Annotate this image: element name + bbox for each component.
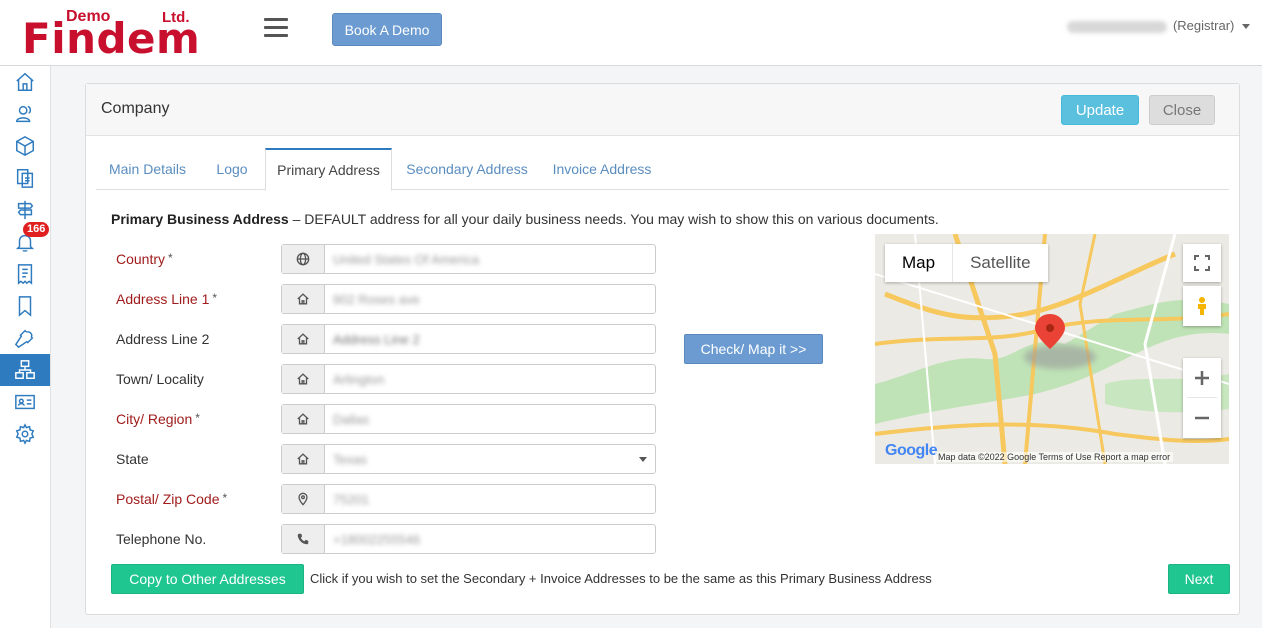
state-select[interactable] bbox=[325, 445, 655, 473]
sidebar-item-tools[interactable] bbox=[0, 322, 50, 354]
tab-secondary-address[interactable]: Secondary Address bbox=[399, 148, 535, 190]
address-line-1-field[interactable] bbox=[325, 285, 655, 313]
sidebar-item-company[interactable] bbox=[0, 354, 50, 386]
address-map[interactable]: Map Satellite Google Map data ©2022 Goog… bbox=[875, 234, 1229, 464]
address-line-2-label: Address Line 2 bbox=[116, 331, 210, 347]
user-name-redacted bbox=[1067, 20, 1168, 33]
telephone-input-group bbox=[281, 524, 656, 554]
home-icon bbox=[282, 325, 325, 353]
check-map-button[interactable]: Check/ Map it >> bbox=[684, 334, 823, 364]
tab-main-details[interactable]: Main Details bbox=[96, 148, 199, 190]
section-description: – DEFAULT address for all your daily bus… bbox=[288, 211, 939, 227]
user-role: (Registrar) bbox=[1172, 18, 1235, 33]
sidebar-item-settings[interactable] bbox=[0, 418, 50, 450]
map-tab-map[interactable]: Map bbox=[885, 244, 954, 282]
map-type-tabs: Map Satellite bbox=[885, 244, 1048, 282]
sidebar-item-products[interactable] bbox=[0, 130, 50, 162]
id-card-icon bbox=[15, 394, 35, 410]
country-label: Country * bbox=[116, 251, 173, 267]
logo[interactable]: Demo Ltd. Findem bbox=[22, 4, 208, 63]
gear-icon bbox=[15, 423, 35, 445]
home-icon bbox=[16, 72, 34, 91]
city-region-field[interactable] bbox=[325, 405, 655, 433]
copy-to-other-addresses-button[interactable]: Copy to Other Addresses bbox=[111, 564, 304, 594]
page-title: Company bbox=[101, 100, 170, 117]
chevron-down-icon[interactable] bbox=[639, 457, 647, 462]
google-logo: Google bbox=[885, 442, 938, 459]
zoom-control bbox=[1183, 358, 1221, 438]
zoom-in-icon[interactable] bbox=[1187, 358, 1217, 398]
home-icon bbox=[282, 445, 325, 473]
company-card: Company Update Close Main Details Logo P… bbox=[85, 83, 1240, 615]
required-star: * bbox=[168, 251, 173, 265]
telephone-field[interactable] bbox=[325, 525, 655, 553]
box-icon bbox=[16, 135, 34, 157]
sidebar-item-invoices[interactable] bbox=[0, 258, 50, 290]
map-pin-icon bbox=[282, 485, 325, 513]
postal-code-field[interactable] bbox=[325, 485, 655, 513]
state-select-group bbox=[281, 444, 656, 474]
next-button[interactable]: Next bbox=[1168, 564, 1230, 594]
map-attribution[interactable]: Map data ©2022 Google Terms of Use Repor… bbox=[935, 452, 1174, 462]
tab-invoice-address[interactable]: Invoice Address bbox=[544, 148, 660, 190]
sidebar: 166 bbox=[0, 66, 51, 628]
copy-help-text: Click if you wish to set the Secondary +… bbox=[310, 571, 932, 586]
tab-logo[interactable]: Logo bbox=[204, 148, 260, 190]
sidebar-item-bookmarks[interactable] bbox=[0, 290, 50, 322]
sidebar-item-contacts[interactable] bbox=[0, 386, 50, 418]
hierarchy-icon bbox=[15, 360, 35, 379]
address-line-2-input-group bbox=[281, 324, 656, 354]
postal-code-label: Postal/ Zip Code * bbox=[116, 491, 228, 507]
home-icon bbox=[282, 365, 325, 393]
address-line-2-field[interactable] bbox=[325, 325, 655, 353]
town-locality-label: Town/ Locality bbox=[116, 371, 204, 387]
required-star: * bbox=[222, 491, 228, 505]
city-region-label: City/ Region * bbox=[116, 411, 200, 427]
update-button[interactable]: Update bbox=[1061, 95, 1139, 125]
country-field[interactable] bbox=[325, 245, 655, 273]
zoom-out-icon[interactable] bbox=[1187, 398, 1217, 438]
sidebar-item-users[interactable] bbox=[0, 98, 50, 130]
address-line-1-label: Address Line 1 * bbox=[116, 291, 218, 307]
card-header: Company Update Close bbox=[86, 84, 1239, 136]
users-icon bbox=[16, 105, 32, 123]
street-view-icon[interactable] bbox=[1183, 286, 1221, 326]
sidebar-item-notifications[interactable]: 166 bbox=[0, 222, 50, 258]
bookmark-icon bbox=[18, 296, 32, 317]
town-locality-field[interactable] bbox=[325, 365, 655, 393]
menu-toggle-icon[interactable] bbox=[264, 18, 288, 38]
map-tab-satellite[interactable]: Satellite bbox=[953, 244, 1047, 282]
sidebar-item-documents[interactable] bbox=[0, 162, 50, 194]
section-heading: Primary Business Address bbox=[111, 211, 289, 227]
state-label: State bbox=[116, 451, 149, 467]
book-demo-button[interactable]: Book A Demo bbox=[332, 13, 442, 46]
fullscreen-icon[interactable] bbox=[1183, 244, 1221, 282]
notification-badge: 166 bbox=[23, 222, 50, 237]
close-button[interactable]: Close bbox=[1149, 95, 1215, 125]
tab-primary-address[interactable]: Primary Address bbox=[265, 148, 392, 191]
user-menu[interactable]: (Registrar) bbox=[1067, 18, 1250, 33]
section-intro: Primary Business Address – DEFAULT addre… bbox=[111, 211, 939, 227]
city-region-input-group bbox=[281, 404, 656, 434]
postal-code-input-group bbox=[281, 484, 656, 514]
top-bar: Demo Ltd. Findem Book A Demo (Registrar) bbox=[0, 0, 1262, 66]
address-tabs: Main Details Logo Primary Address Second… bbox=[96, 148, 1229, 191]
globe-icon bbox=[282, 245, 325, 273]
telephone-label: Telephone No. bbox=[116, 531, 207, 547]
sidebar-item-home[interactable] bbox=[0, 66, 50, 98]
logo-brand-text: Findem bbox=[22, 14, 201, 63]
home-icon bbox=[282, 405, 325, 433]
required-star: * bbox=[212, 291, 218, 305]
wrench-icon bbox=[14, 329, 34, 349]
address-line-1-input-group bbox=[281, 284, 656, 314]
documents-icon bbox=[16, 169, 34, 188]
country-input-group bbox=[281, 244, 656, 274]
town-locality-input-group bbox=[281, 364, 656, 394]
signpost-icon bbox=[17, 200, 34, 220]
phone-icon bbox=[282, 525, 325, 553]
caret-down-icon bbox=[1242, 24, 1250, 30]
required-star: * bbox=[195, 411, 200, 425]
receipt-icon bbox=[17, 264, 33, 285]
home-icon bbox=[282, 285, 325, 313]
